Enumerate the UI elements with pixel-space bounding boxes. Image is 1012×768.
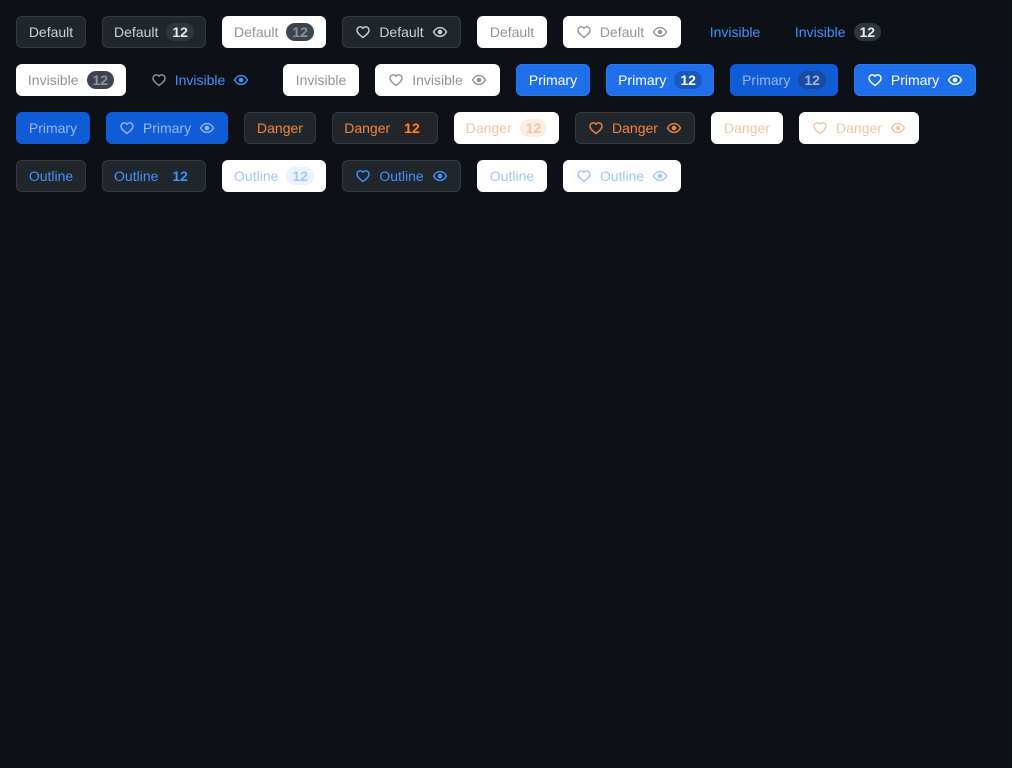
eye-icon	[890, 120, 906, 136]
invisible-button-with-counter[interactable]: Invisible 12	[789, 16, 887, 48]
default-button[interactable]: Default	[16, 16, 86, 48]
button-label: Danger	[724, 120, 770, 136]
outline-button-disabled[interactable]: Outline	[477, 160, 547, 192]
eye-icon	[947, 72, 963, 88]
button-label: Primary	[28, 120, 78, 136]
button-gallery: Default Default 12 Default 12 Default Default D…	[0, 0, 1012, 768]
heart-icon	[588, 120, 604, 136]
counter-badge: 12	[674, 71, 702, 89]
primary-button-with-counter[interactable]: Primary 12	[606, 64, 714, 96]
eye-icon	[471, 72, 487, 88]
button-label: Outline	[489, 168, 535, 184]
invisible-button-with-icons[interactable]: Invisible	[141, 64, 259, 96]
counter-badge: 12	[853, 23, 882, 41]
invisible-button-disabled[interactable]: Invisible	[283, 64, 359, 96]
eye-icon	[666, 120, 682, 136]
outline-button[interactable]: Outline	[16, 160, 86, 192]
danger-button-with-counter[interactable]: Danger 12	[332, 112, 438, 144]
danger-button-with-icons[interactable]: Danger	[575, 112, 695, 144]
button-label: Outline	[599, 168, 645, 184]
primary-button-with-counter-disabled[interactable]: Primary 12	[730, 64, 838, 96]
counter-badge: 12	[798, 71, 826, 89]
default-button-with-icons[interactable]: Default	[342, 16, 461, 48]
outline-button-with-icons[interactable]: Outline	[342, 160, 461, 192]
outline-button-with-counter-disabled[interactable]: Outline 12	[222, 160, 326, 192]
counter-badge: 12	[398, 119, 426, 137]
invisible-button-with-counter-disabled[interactable]: Invisible 12	[16, 64, 126, 96]
default-button-with-icons-disabled[interactable]: Default	[563, 16, 681, 48]
button-label: Danger	[344, 120, 391, 136]
button-label: Outline	[379, 168, 424, 184]
counter-badge: 12	[519, 119, 548, 137]
counter-badge: 12	[286, 167, 314, 185]
default-button-disabled[interactable]: Default	[477, 16, 547, 48]
button-label: Danger	[465, 120, 512, 136]
button-label: Invisible	[295, 72, 347, 88]
eye-icon	[432, 24, 448, 40]
button-label: Danger	[612, 120, 658, 136]
button-label: Invisible	[794, 24, 846, 40]
eye-icon	[199, 120, 215, 136]
heart-icon	[867, 72, 883, 88]
outline-button-with-counter[interactable]: Outline 12	[102, 160, 206, 192]
invisible-button-with-icons-disabled[interactable]: Invisible	[375, 64, 500, 96]
eye-icon	[652, 24, 668, 40]
primary-button-with-icons[interactable]: Primary	[854, 64, 976, 96]
button-label: Primary	[528, 72, 578, 88]
heart-icon	[355, 168, 371, 184]
danger-button-with-icons-disabled[interactable]: Danger	[799, 112, 919, 144]
button-label: Primary	[890, 72, 940, 88]
counter-badge: 12	[166, 23, 194, 41]
primary-button-disabled[interactable]: Primary	[16, 112, 90, 144]
heart-icon	[576, 168, 592, 184]
heart-icon	[355, 24, 371, 40]
counter-badge: 12	[286, 23, 314, 41]
outline-button-with-icons-disabled[interactable]: Outline	[563, 160, 681, 192]
button-label: Primary	[618, 72, 667, 88]
primary-button-with-icons-disabled[interactable]: Primary	[106, 112, 228, 144]
button-label: Default	[114, 24, 159, 40]
button-label: Default	[379, 24, 424, 40]
button-label: Default	[234, 24, 279, 40]
heart-icon	[388, 72, 404, 88]
counter-badge: 12	[166, 167, 194, 185]
invisible-button[interactable]: Invisible	[697, 16, 773, 48]
button-label: Danger	[257, 120, 303, 136]
button-label: Default	[599, 24, 645, 40]
button-label: Invisible	[174, 72, 226, 88]
eye-icon	[432, 168, 448, 184]
button-label: Default	[28, 24, 74, 40]
heart-icon	[151, 72, 167, 88]
heart-icon	[812, 120, 828, 136]
button-label: Danger	[836, 120, 882, 136]
danger-button-disabled[interactable]: Danger	[711, 112, 783, 144]
eye-icon	[233, 72, 249, 88]
button-label: Default	[489, 24, 535, 40]
button-label: Invisible	[27, 72, 79, 88]
primary-button[interactable]: Primary	[516, 64, 590, 96]
button-label: Primary	[142, 120, 192, 136]
danger-button[interactable]: Danger	[244, 112, 316, 144]
heart-icon	[576, 24, 592, 40]
button-label: Primary	[742, 72, 791, 88]
button-label: Outline	[114, 168, 159, 184]
danger-button-with-counter-disabled[interactable]: Danger 12	[454, 112, 559, 144]
default-button-with-counter-disabled[interactable]: Default 12	[222, 16, 326, 48]
default-button-with-counter[interactable]: Default 12	[102, 16, 206, 48]
button-label: Invisible	[412, 72, 463, 88]
heart-icon	[119, 120, 135, 136]
counter-badge: 12	[86, 71, 115, 89]
button-label: Outline	[28, 168, 74, 184]
button-label: Outline	[234, 168, 279, 184]
button-label: Invisible	[709, 24, 761, 40]
eye-icon	[652, 168, 668, 184]
